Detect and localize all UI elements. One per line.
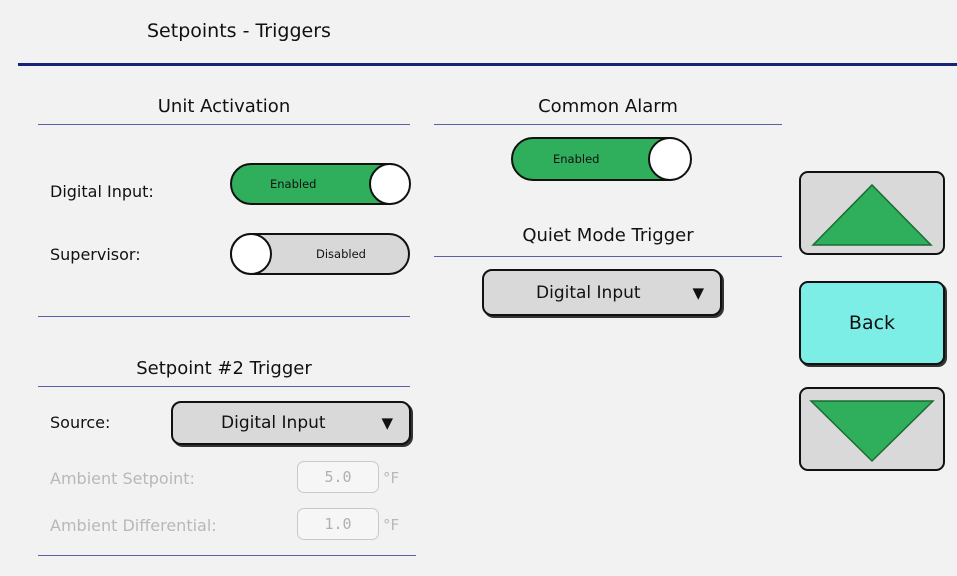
supervisor-state: Disabled xyxy=(316,247,366,261)
section-divider xyxy=(38,316,410,317)
toggle-knob xyxy=(229,232,272,275)
supervisor-label: Supervisor: xyxy=(50,245,141,264)
common-alarm-state: Enabled xyxy=(553,152,600,166)
section-divider xyxy=(434,124,782,125)
section-divider xyxy=(434,256,782,257)
setpoint2-heading: Setpoint #2 Trigger xyxy=(136,358,312,379)
chevron-down-icon: ▼ xyxy=(692,283,704,302)
section-divider xyxy=(38,124,410,125)
digital-input-state: Enabled xyxy=(270,177,317,191)
common-alarm-heading: Common Alarm xyxy=(538,96,678,117)
supervisor-toggle[interactable]: Disabled xyxy=(229,232,410,275)
toggle-knob xyxy=(647,136,692,181)
back-button[interactable]: Back xyxy=(799,281,945,365)
ambient-differential-field[interactable]: 1.0 xyxy=(297,508,379,540)
scroll-up-button[interactable] xyxy=(799,171,945,255)
scroll-down-button[interactable] xyxy=(799,387,945,471)
ambient-differential-unit: °F xyxy=(383,516,400,534)
common-alarm-toggle[interactable]: Enabled xyxy=(511,136,692,181)
quiet-mode-heading: Quiet Mode Trigger xyxy=(522,225,694,246)
source-dropdown[interactable]: Digital Input ▼ xyxy=(171,401,411,445)
unit-activation-heading: Unit Activation xyxy=(157,96,291,117)
section-divider xyxy=(38,555,416,556)
page-title: Setpoints - Triggers xyxy=(147,20,331,42)
quiet-mode-dropdown[interactable]: Digital Input ▼ xyxy=(482,269,722,316)
section-divider xyxy=(38,386,410,387)
ambient-differential-label: Ambient Differential: xyxy=(50,516,217,535)
ambient-setpoint-unit: °F xyxy=(383,469,400,487)
digital-input-toggle[interactable]: Enabled xyxy=(230,162,411,205)
toggle-knob xyxy=(368,162,411,205)
digital-input-label: Digital Input: xyxy=(50,182,154,201)
header-divider xyxy=(18,63,957,66)
up-triangle-icon xyxy=(811,183,933,246)
chevron-down-icon: ▼ xyxy=(381,414,393,432)
down-triangle-icon xyxy=(809,400,935,463)
source-label: Source: xyxy=(50,413,111,432)
source-value: Digital Input xyxy=(221,413,326,433)
ambient-setpoint-label: Ambient Setpoint: xyxy=(50,469,195,488)
quiet-mode-value: Digital Input xyxy=(536,282,641,303)
ambient-setpoint-field[interactable]: 5.0 xyxy=(297,461,379,493)
